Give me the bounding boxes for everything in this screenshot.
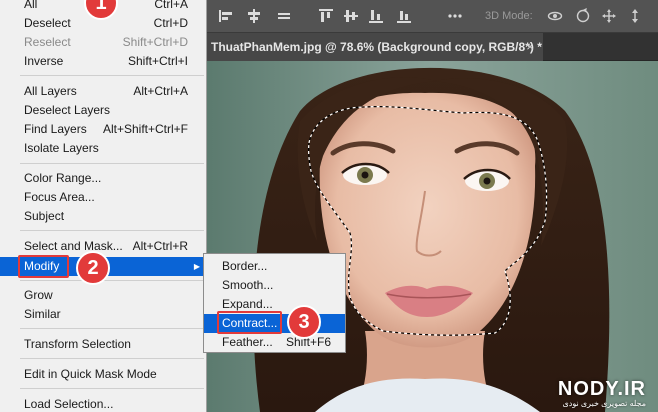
- menu-item-label: Find Layers: [24, 122, 87, 136]
- align-left-icon[interactable]: [218, 8, 234, 24]
- contract-highlight-box: [217, 311, 282, 334]
- roll-3d-icon[interactable]: [575, 7, 591, 24]
- portrait-photo: [205, 61, 658, 412]
- menu-item-label: Smooth...: [222, 278, 274, 292]
- menu-item-label: Similar: [24, 307, 61, 321]
- watermark: NODY.IR مجله تصویری خبری نودی: [558, 378, 646, 408]
- menu-item-label: Deselect: [24, 16, 71, 30]
- watermark-subtitle: مجله تصویری خبری نودی: [562, 399, 646, 408]
- menu-separator: [20, 75, 204, 76]
- menu-item-deselect-layers[interactable]: Deselect Layers: [0, 101, 206, 120]
- canvas[interactable]: NODY.IR مجله تصویری خبری نودی: [205, 61, 658, 412]
- menu-item-shortcut: Ctrl+A: [154, 0, 188, 11]
- menu-item-label: Subject: [24, 209, 65, 223]
- menu-separator: [20, 163, 204, 164]
- document-tab-title: ThuatPhanMem.jpg @ 78.6% (Background cop…: [211, 40, 542, 54]
- menu-item-label: Grow: [24, 288, 53, 302]
- close-icon[interactable]: ×: [522, 33, 538, 61]
- select-menu: All Ctrl+A Deselect Ctrl+D Reselect Shift+C…: [0, 0, 207, 412]
- submenu-item-border[interactable]: Border...: [204, 257, 345, 276]
- menu-item-label: Feather...: [222, 335, 273, 349]
- align-right-icon[interactable]: [276, 8, 292, 24]
- submenu-item-feather[interactable]: Feather... Shift+F6: [204, 333, 345, 352]
- align-distribute-icon[interactable]: [396, 8, 412, 24]
- modify-highlight-box: [18, 255, 69, 278]
- pan-3d-icon[interactable]: [601, 8, 617, 24]
- menu-item-label: Load Selection...: [24, 397, 114, 411]
- menu-item-reselect: Reselect Shift+Ctrl+D: [0, 33, 206, 52]
- align-middle-icon[interactable]: [343, 8, 359, 24]
- menu-item-inverse[interactable]: Inverse Shift+Ctrl+I: [0, 52, 206, 71]
- menu-item-label: Inverse: [24, 54, 64, 68]
- menu-item-label: Isolate Layers: [24, 141, 99, 155]
- menu-item-label: Reselect: [24, 35, 71, 49]
- slide-3d-icon[interactable]: [627, 8, 643, 24]
- menu-item-label: All Layers: [24, 84, 77, 98]
- menu-item-label: Focus Area...: [24, 190, 95, 204]
- submenu-item-smooth[interactable]: Smooth...: [204, 276, 345, 295]
- menu-item-transform-selection[interactable]: Transform Selection: [0, 335, 206, 354]
- align-top-icon[interactable]: [318, 8, 334, 24]
- mode-label: 3D Mode:: [485, 10, 533, 22]
- menu-item-edit-quick-mask[interactable]: Edit in Quick Mask Mode: [0, 365, 206, 384]
- chevron-right-icon: ▶: [193, 262, 200, 271]
- menu-item-shortcut: Alt+Ctrl+R: [132, 239, 188, 253]
- orbit-3d-icon[interactable]: [547, 8, 563, 24]
- more-icon[interactable]: [447, 8, 463, 24]
- menu-item-label: Edit in Quick Mask Mode: [24, 367, 157, 381]
- menu-item-label: Transform Selection: [24, 337, 131, 351]
- step-3-badge: 3: [287, 305, 321, 339]
- menu-item-color-range[interactable]: Color Range...: [0, 169, 206, 188]
- menu-item-label: Deselect Layers: [24, 103, 111, 117]
- menu-item-all-layers[interactable]: All Layers Alt+Ctrl+A: [0, 82, 206, 101]
- menu-item-load-selection[interactable]: Load Selection...: [0, 395, 206, 412]
- menu-separator: [20, 230, 204, 231]
- document-tab[interactable]: ThuatPhanMem.jpg @ 78.6% (Background cop…: [205, 33, 543, 61]
- step-2-badge: 2: [76, 251, 110, 285]
- menu-item-shortcut: Ctrl+D: [153, 16, 188, 30]
- menu-item-shortcut: Alt+Ctrl+A: [133, 84, 188, 98]
- watermark-logo: NODY.IR: [557, 378, 646, 400]
- menu-separator: [20, 358, 204, 359]
- menu-item-select-and-mask[interactable]: Select and Mask... Alt+Ctrl+R: [0, 237, 206, 256]
- menu-item-find-layers[interactable]: Find Layers Alt+Shift+Ctrl+F: [0, 120, 206, 139]
- menu-separator: [20, 328, 204, 329]
- menu-item-similar[interactable]: Similar: [0, 305, 206, 324]
- align-center-icon[interactable]: [246, 8, 262, 24]
- menu-separator: [20, 280, 204, 281]
- menu-item-subject[interactable]: Subject: [0, 207, 206, 226]
- align-bottom-icon[interactable]: [368, 8, 384, 24]
- menu-item-label: All: [24, 0, 38, 11]
- menu-item-focus-area[interactable]: Focus Area...: [0, 188, 206, 207]
- menu-item-label: Border...: [222, 259, 268, 273]
- menu-item-label: Color Range...: [24, 171, 102, 185]
- modify-submenu: Border... Smooth... Expand... Contract..…: [203, 253, 346, 353]
- menu-item-grow[interactable]: Grow: [0, 286, 206, 305]
- menu-item-label: Expand...: [222, 297, 273, 311]
- menu-separator: [20, 388, 204, 389]
- menu-item-shortcut: Alt+Shift+Ctrl+F: [102, 122, 188, 136]
- menu-item-label: Select and Mask...: [24, 239, 123, 253]
- menu-item-isolate-layers[interactable]: Isolate Layers: [0, 139, 206, 158]
- menu-item-shortcut: Shift+Ctrl+D: [122, 35, 188, 49]
- menu-item-shortcut: Shift+Ctrl+I: [127, 54, 188, 68]
